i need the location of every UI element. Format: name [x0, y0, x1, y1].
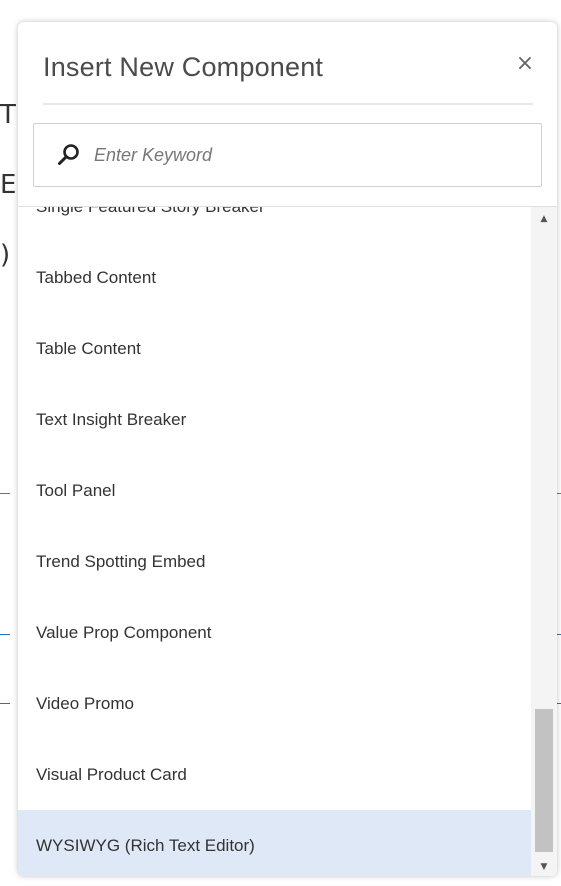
background-text-fragment: T	[0, 100, 16, 130]
component-list: Single Featured Story Breaker Tabbed Cont…	[18, 207, 531, 876]
header-divider	[43, 103, 533, 105]
component-list-item[interactable]: Trend Spotting Embed	[18, 526, 531, 597]
background-line	[0, 493, 10, 494]
background-text-fragment: )	[0, 240, 11, 270]
component-list-item[interactable]: Tool Panel	[18, 455, 531, 526]
search-box[interactable]	[33, 123, 542, 187]
component-list-item[interactable]: Text Insight Breaker	[18, 384, 531, 455]
component-list-item[interactable]: Tabbed Content	[18, 242, 531, 313]
scroll-down-icon[interactable]: ▼	[531, 857, 557, 876]
component-list-item[interactable]: Value Prop Component	[18, 597, 531, 668]
component-list-item[interactable]: Single Featured Story Breaker	[18, 207, 531, 242]
insert-component-dialog: Insert New Component × Single Featured S…	[18, 22, 557, 876]
component-list-viewport[interactable]: Single Featured Story Breaker Tabbed Cont…	[18, 206, 557, 876]
background-line	[0, 703, 10, 704]
dialog-title: Insert New Component	[43, 52, 324, 82]
scrollbar-thumb[interactable]	[535, 709, 553, 852]
search-icon	[58, 144, 79, 165]
background-text-fragment: E	[0, 170, 17, 200]
component-list-item[interactable]: Video Promo	[18, 668, 531, 739]
close-icon[interactable]: ×	[515, 53, 535, 75]
component-list-item[interactable]: Table Content	[18, 313, 531, 384]
component-list-item[interactable]: Visual Product Card	[18, 739, 531, 810]
dialog-header: Insert New Component ×	[18, 22, 557, 102]
scrollbar[interactable]: ▲ ▼	[531, 207, 557, 876]
background-line	[0, 634, 10, 635]
scroll-up-icon[interactable]: ▲	[531, 209, 557, 229]
component-list-item[interactable]: WYSIWYG (Rich Text Editor)	[18, 810, 531, 876]
search-input[interactable]	[94, 124, 524, 186]
